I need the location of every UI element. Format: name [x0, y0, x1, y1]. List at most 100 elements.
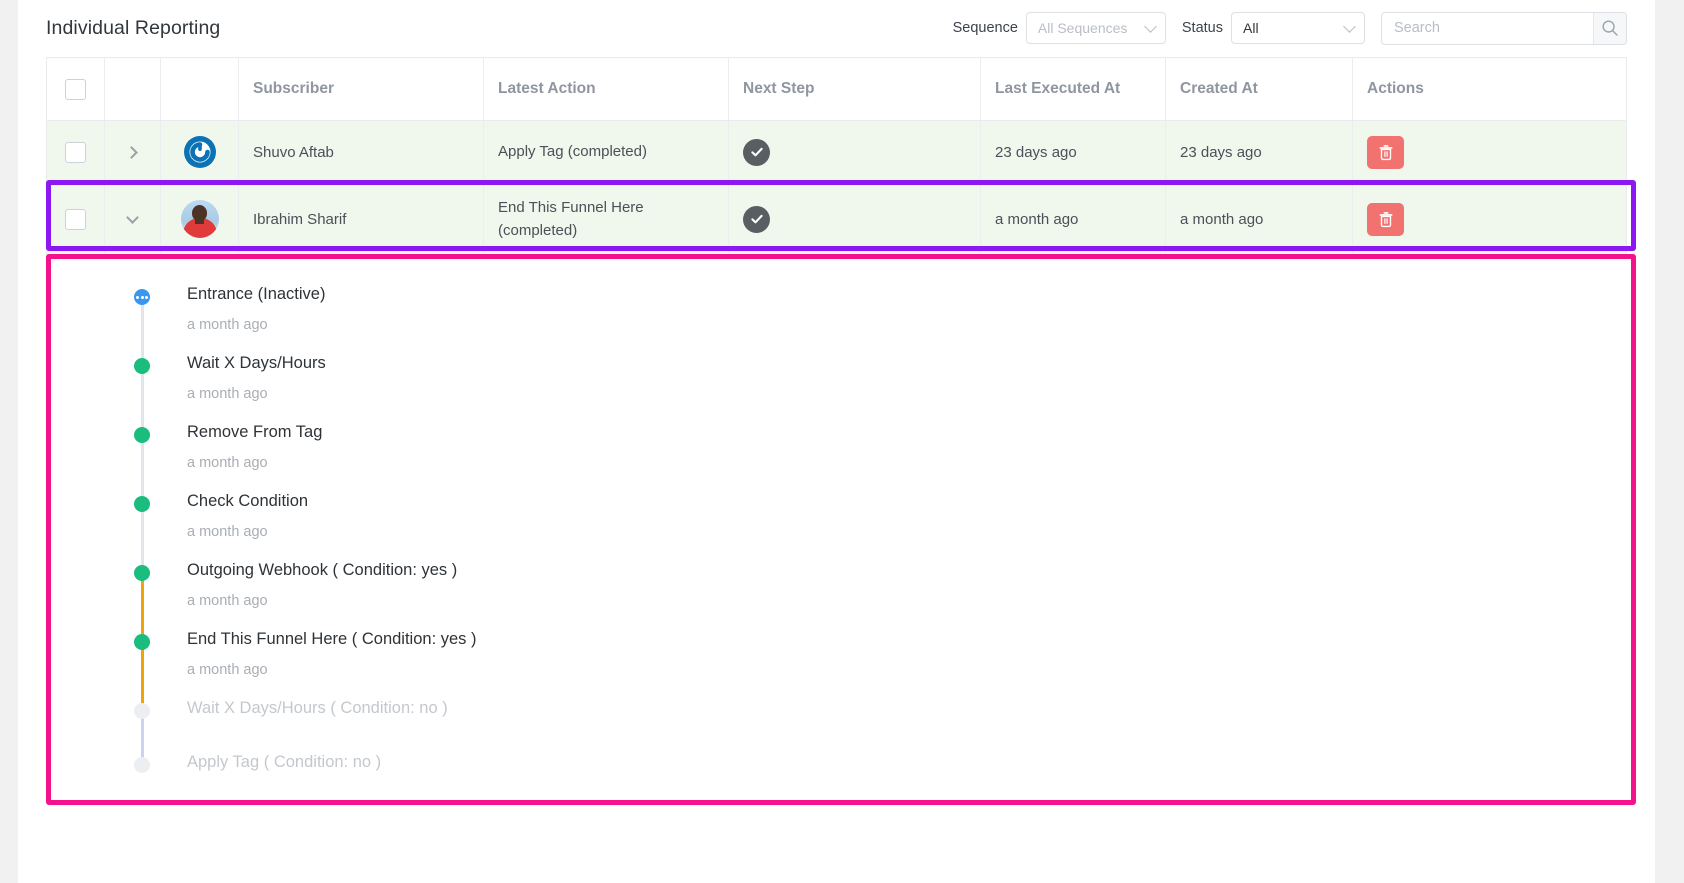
- last-executed-at: a month ago: [981, 184, 1166, 254]
- timeline-status-dot: [134, 496, 150, 512]
- column-header-actions: Actions: [1367, 80, 1424, 97]
- avatar: [180, 200, 219, 238]
- timeline-item-title: Check Condition: [187, 492, 309, 510]
- app-root: Individual Reporting Sequence All Sequen…: [0, 0, 1684, 883]
- timeline-item-timestamp: a month ago: [187, 316, 268, 333]
- subscriber-name: Shuvo Aftab: [239, 121, 484, 183]
- timeline-connector: [140, 502, 144, 571]
- page-header: Individual Reporting Sequence All Sequen…: [18, 0, 1655, 56]
- timeline-item: Wait X Days/Hours a month ago: [134, 354, 1649, 433]
- sequence-filter-value: All Sequences: [1037, 20, 1128, 36]
- created-at: 23 days ago: [1166, 121, 1353, 183]
- row-avatar-cell: [161, 184, 239, 254]
- delete-button[interactable]: [1367, 202, 1404, 236]
- timeline-status-dot: [134, 289, 150, 305]
- table-header-row: Subscriber Latest Action Next Step Last …: [47, 58, 1626, 121]
- timeline-item-title: Apply Tag ( Condition: no ): [187, 753, 382, 771]
- delete-button[interactable]: [1367, 135, 1404, 169]
- timeline-item: Apply Tag ( Condition: no ): [134, 753, 1649, 800]
- header-controls: Sequence All Sequences Status All: [952, 11, 1627, 45]
- select-all-checkbox[interactable]: [65, 78, 86, 100]
- table-row[interactable]: Ibrahim Sharif End This Funnel Here (com…: [47, 184, 1626, 255]
- row-expand-cell: [105, 184, 161, 254]
- status-filter-label: Status: [1181, 20, 1223, 36]
- timeline-connector: [140, 433, 144, 502]
- timeline-connector: [140, 640, 144, 709]
- check-circle-icon: [743, 205, 770, 233]
- timeline-item-title: Wait X Days/Hours: [187, 354, 326, 372]
- timeline-status-dot: [134, 427, 150, 443]
- search-button[interactable]: [1593, 12, 1626, 44]
- trash-icon: [1379, 144, 1392, 160]
- right-gutter: [1655, 0, 1684, 883]
- timeline-item-timestamp: a month ago: [187, 661, 268, 678]
- timeline-item-timestamp: a month ago: [187, 385, 268, 402]
- select-all-cell: [47, 58, 105, 120]
- latest-action: End This Funnel Here (completed): [484, 184, 729, 254]
- expand-header-cell: [105, 58, 161, 120]
- timeline-item: Wait X Days/Hours ( Condition: no ): [134, 699, 1649, 763]
- row-expand-cell: [105, 121, 161, 183]
- search-box: [1381, 11, 1627, 45]
- status-filter-value: All: [1243, 20, 1259, 36]
- timeline-item: Check Condition a month ago: [134, 492, 1649, 571]
- sequence-filter-label: Sequence: [952, 20, 1018, 36]
- reporting-table: Subscriber Latest Action Next Step Last …: [46, 57, 1627, 255]
- timeline-status-dot: [134, 565, 150, 581]
- left-gutter: [0, 0, 18, 883]
- row-avatar-cell: [161, 121, 239, 183]
- avatar-header-cell: [161, 58, 239, 120]
- row-checkbox[interactable]: [65, 141, 86, 163]
- timeline-item: Remove From Tag a month ago: [134, 423, 1649, 502]
- search-icon: [1602, 20, 1618, 36]
- timeline-connector: [140, 295, 144, 364]
- subscriber-name: Ibrahim Sharif: [239, 184, 484, 254]
- check-circle-icon: [743, 138, 770, 166]
- column-header-next-step: Next Step: [729, 58, 981, 120]
- timeline-status-dot: [134, 634, 150, 650]
- sequence-filter-select[interactable]: All Sequences: [1025, 12, 1166, 44]
- table-row[interactable]: Shuvo Aftab Apply Tag (completed) 23 day…: [47, 121, 1626, 184]
- timeline-item-title: Wait X Days/Hours ( Condition: no ): [187, 699, 448, 717]
- timeline-connector: [140, 571, 144, 640]
- next-step-cell: [729, 184, 981, 254]
- latest-action: Apply Tag (completed): [484, 121, 729, 183]
- timeline-status-dot: [134, 358, 150, 374]
- row-select-cell: [47, 184, 105, 254]
- timeline-item-timestamp: a month ago: [187, 523, 268, 540]
- column-header-last-executed-at: Last Executed At: [981, 58, 1166, 120]
- page-title: Individual Reporting: [46, 16, 221, 39]
- timeline-item: Outgoing Webhook ( Condition: yes ) a mon…: [134, 561, 1649, 640]
- column-header-created-at: Created At: [1166, 58, 1353, 120]
- avatar: [181, 133, 219, 171]
- timeline-list: Entrance (Inactive) a month ago Wait X Day…: [134, 285, 1649, 800]
- timeline-status-dot: [134, 757, 150, 773]
- timeline-item-title: Remove From Tag: [187, 423, 323, 441]
- timeline-status-dot: [134, 703, 150, 719]
- chevron-down-icon[interactable]: [122, 208, 144, 230]
- timeline-item-title: Outgoing Webhook ( Condition: yes ): [187, 561, 458, 579]
- timeline-item-timestamp: a month ago: [187, 454, 268, 471]
- timeline-item-timestamp: a month ago: [187, 592, 268, 609]
- column-header-latest-action: Latest Action: [484, 58, 729, 120]
- status-filter-select[interactable]: All: [1231, 12, 1365, 44]
- timeline-item: Entrance (Inactive) a month ago: [134, 285, 1649, 364]
- timeline-item: End This Funnel Here ( Condition: yes ) a…: [134, 630, 1649, 709]
- chevron-down-icon: [1343, 20, 1356, 33]
- last-executed-at: 23 days ago: [981, 121, 1166, 183]
- fluentcrm-logo-icon: [183, 136, 216, 168]
- chevron-down-icon: [1144, 20, 1157, 33]
- row-select-cell: [47, 121, 105, 183]
- chevron-right-icon[interactable]: [122, 141, 144, 163]
- timeline-item-title: Entrance (Inactive): [187, 285, 326, 303]
- row-actions-cell: [1353, 184, 1626, 254]
- page-card: Individual Reporting Sequence All Sequen…: [18, 0, 1655, 883]
- row-checkbox[interactable]: [65, 208, 86, 230]
- timeline-item-title: End This Funnel Here ( Condition: yes ): [187, 630, 477, 648]
- timeline-connector: [140, 364, 144, 433]
- row-actions-cell: [1353, 121, 1626, 183]
- next-step-cell: [729, 121, 981, 183]
- column-header-subscriber: Subscriber: [239, 58, 484, 120]
- trash-icon: [1379, 211, 1392, 227]
- search-input[interactable]: [1382, 12, 1593, 44]
